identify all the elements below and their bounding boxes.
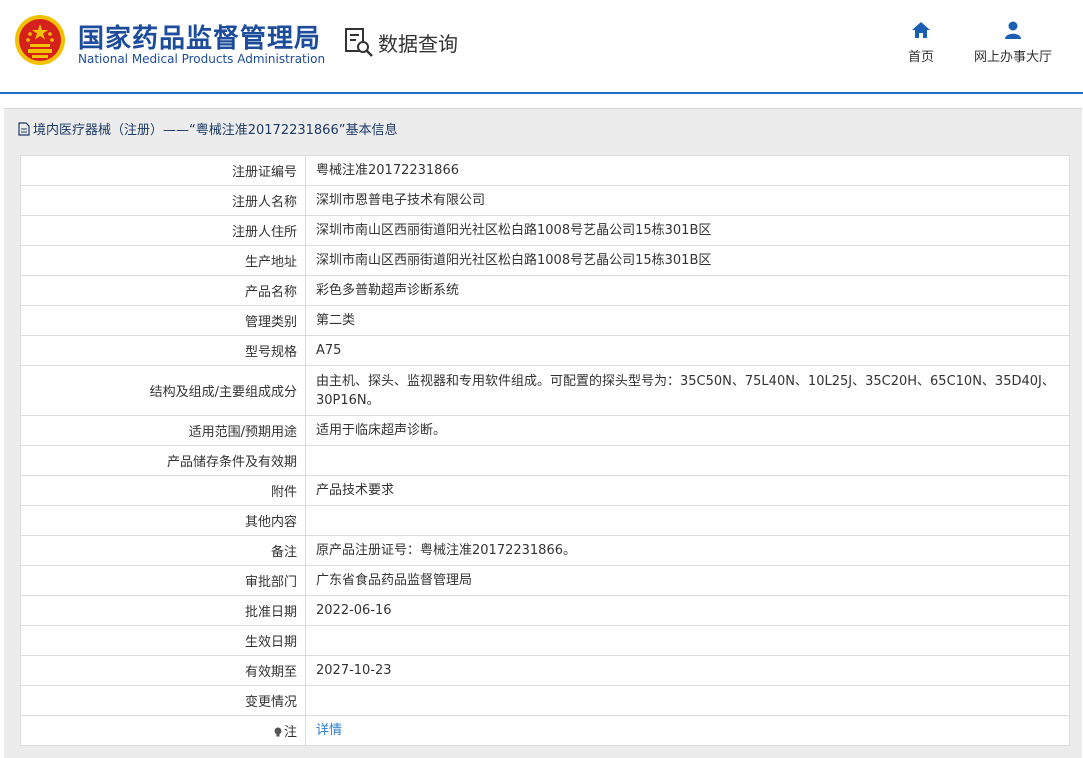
home-icon xyxy=(912,22,930,38)
lightbulb-icon xyxy=(274,727,282,737)
field-value: 原产品注册证号：粤械注准20172231866。 xyxy=(305,535,1070,566)
field-value xyxy=(305,685,1070,716)
field-value xyxy=(305,505,1070,536)
field-label: 注册人住所 xyxy=(20,215,306,246)
field-value: A75 xyxy=(305,335,1070,366)
data-query-label: 数据查询 xyxy=(378,31,458,56)
nav-home-label: 首页 xyxy=(907,50,934,65)
nav-service-hall[interactable]: 网上办事大厅 xyxy=(968,20,1058,65)
field-label: 产品名称 xyxy=(20,275,306,306)
field-label: 注册证编号 xyxy=(20,155,306,186)
table-row: 变更情况 xyxy=(20,685,1070,716)
field-label: 生产地址 xyxy=(20,245,306,276)
org-name-cn: 国家药品监督管理局 xyxy=(78,24,322,54)
table-row: 备注 原产品注册证号：粤械注准20172231866。 xyxy=(20,535,1070,566)
field-value xyxy=(305,445,1070,476)
data-query-link[interactable]: 数据查询 xyxy=(344,26,458,58)
site-header: 国家药品监督管理局 National Medical Products Admi… xyxy=(0,0,1083,94)
document-icon xyxy=(18,121,30,136)
table-row: 生效日期 xyxy=(20,625,1070,656)
field-label: 有效期至 xyxy=(20,655,306,686)
panel-title: 境内医疗器械（注册）——“粤械注准20172231866”基本信息 xyxy=(18,119,397,138)
table-row: 批准日期 2022-06-16 xyxy=(20,595,1070,626)
field-value: 2027-10-23 xyxy=(305,655,1070,686)
table-row: 注册人名称 深圳市恩普电子技术有限公司 xyxy=(20,185,1070,216)
note-label: 注 xyxy=(283,725,297,740)
field-label: 其他内容 xyxy=(20,505,306,536)
field-label: 适用范围/预期用途 xyxy=(20,415,306,446)
nav-home[interactable]: 首页 xyxy=(902,20,940,65)
field-label: 型号规格 xyxy=(20,335,306,366)
note-label-cell: 注 xyxy=(20,715,306,746)
nav-service-hall-label: 网上办事大厅 xyxy=(973,50,1052,65)
field-value: 适用于临床超声诊断。 xyxy=(305,415,1070,446)
note-value-cell: 详情 xyxy=(305,715,1070,746)
field-value: 2022-06-16 xyxy=(305,595,1070,626)
field-label: 管理类别 xyxy=(20,305,306,336)
table-row: 附件 产品技术要求 xyxy=(20,475,1070,506)
field-label: 附件 xyxy=(20,475,306,506)
field-label: 注册人名称 xyxy=(20,185,306,216)
table-row: 有效期至 2027-10-23 xyxy=(20,655,1070,686)
table-row: 产品储存条件及有效期 xyxy=(20,445,1070,476)
field-value: 广东省食品药品监督管理局 xyxy=(305,565,1070,596)
field-value: 深圳市南山区西丽街道阳光社区松白路1008号艺晶公司15栋301B区 xyxy=(305,245,1070,276)
table-row: 注册证编号 粤械注准20172231866 xyxy=(20,155,1070,186)
field-value: 粤械注准20172231866 xyxy=(305,155,1070,186)
org-name-en: National Medical Products Administration xyxy=(78,52,326,66)
panel-title-text: 境内医疗器械（注册）——“粤械注准20172231866”基本信息 xyxy=(33,123,398,138)
details-link[interactable]: 详情 xyxy=(316,723,342,738)
info-table-wrap: 注册证编号 粤械注准20172231866 注册人名称 深圳市恩普电子技术有限公司 … xyxy=(20,155,1070,746)
user-icon xyxy=(1005,21,1021,39)
table-row: 型号规格 A75 xyxy=(20,335,1070,366)
table-row: 注册人住所 深圳市南山区西丽街道阳光社区松白路1008号艺晶公司15栋301B区 xyxy=(20,215,1070,246)
field-value: 深圳市南山区西丽街道阳光社区松白路1008号艺晶公司15栋301B区 xyxy=(305,215,1070,246)
field-value: 产品技术要求 xyxy=(305,475,1070,506)
field-value xyxy=(305,625,1070,656)
info-table: 注册证编号 粤械注准20172231866 注册人名称 深圳市恩普电子技术有限公司 … xyxy=(20,155,1070,746)
table-row: 适用范围/预期用途 适用于临床超声诊断。 xyxy=(20,415,1070,446)
detail-panel: 境内医疗器械（注册）——“粤械注准20172231866”基本信息 注册证编号粤… xyxy=(4,108,1082,758)
search-document-icon xyxy=(345,28,373,57)
field-label: 产品储存条件及有效期 xyxy=(20,445,306,476)
table-row: 结构及组成/主要组成成分 由主机、探头、监视器和专用软件组成。可配置的探头型号为：… xyxy=(20,365,1070,416)
national-emblem-icon xyxy=(15,15,65,65)
field-label: 结构及组成/主要组成成分 xyxy=(20,365,306,416)
field-value: 由主机、探头、监视器和专用软件组成。可配置的探头型号为：35C50N、75L40… xyxy=(305,365,1070,416)
field-label: 生效日期 xyxy=(20,625,306,656)
field-value: 彩色多普勒超声诊断系统 xyxy=(305,275,1070,306)
field-label: 审批部门 xyxy=(20,565,306,596)
table-row: 其他内容 xyxy=(20,505,1070,536)
field-label: 变更情况 xyxy=(20,685,306,716)
field-label: 备注 xyxy=(20,535,306,566)
field-value: 第二类 xyxy=(305,305,1070,336)
table-row: 审批部门 广东省食品药品监督管理局 xyxy=(20,565,1070,596)
table-row: 注 详情 xyxy=(20,715,1070,746)
table-row: 管理类别 第二类 xyxy=(20,305,1070,336)
table-row: 产品名称 彩色多普勒超声诊断系统 xyxy=(20,275,1070,306)
field-label: 批准日期 xyxy=(20,595,306,626)
field-value: 深圳市恩普电子技术有限公司 xyxy=(305,185,1070,216)
table-row: 生产地址 深圳市南山区西丽街道阳光社区松白路1008号艺晶公司15栋301B区 xyxy=(20,245,1070,276)
